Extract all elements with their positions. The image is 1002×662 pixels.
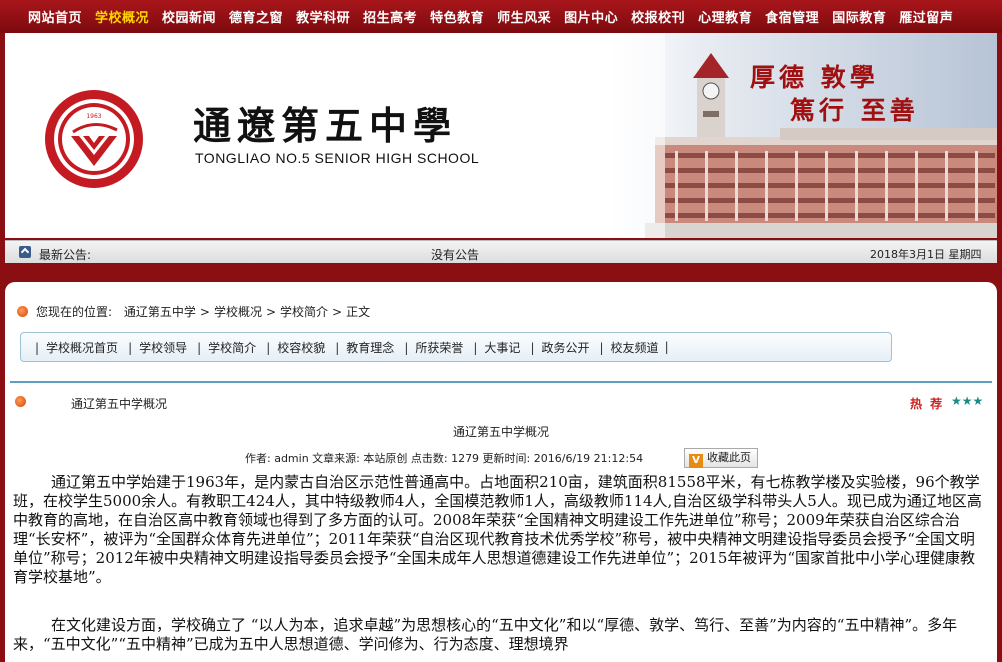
school-logo: 1963 TONGLIAO NO.5 SENIOR HIGH SCHOOL 通遼… — [45, 90, 143, 188]
favorite-icon: V — [689, 454, 703, 468]
notice-label: 最新公告: — [39, 248, 92, 262]
subnav-item-affairs[interactable]: 政务公开 — [530, 339, 589, 356]
school-name-english: TONGLIAO NO.5 SENIOR HIGH SCHOOL — [195, 150, 480, 166]
divider — [10, 381, 992, 383]
article-meta: 作者: admin 文章来源: 本站原创 点击数: 1279 更新时间: 201… — [245, 452, 644, 465]
subnav-item-intro[interactable]: 学校简介 — [197, 339, 256, 356]
breadcrumb-item-home[interactable]: 通辽第五中学 — [124, 305, 196, 319]
subnav-item-philosophy[interactable]: 教育理念 — [335, 339, 394, 356]
header-banner: 1963 TONGLIAO NO.5 SENIOR HIGH SCHOOL 通遼… — [5, 33, 997, 238]
top-nav: 网站首页 学校概况 校园新闻 德育之窗 教学科研 招生高考 特色教育 师生风采 … — [0, 0, 1002, 33]
motto-line-1: 厚德 敦學 — [750, 63, 879, 92]
notice-icon — [19, 246, 31, 258]
nav-item-psychology[interactable]: 心理教育 — [698, 7, 752, 26]
nav-item-moral-education[interactable]: 德育之窗 — [229, 7, 283, 26]
article-title: 通辽第五中学概况 — [452, 425, 549, 439]
subnav-item-honors[interactable]: 所获荣誉 — [404, 339, 463, 356]
school-name: 通遼第五中學 — [193, 103, 458, 148]
nav-item-admissions[interactable]: 招生高考 — [363, 7, 417, 26]
breadcrumb-item-overview[interactable]: 学校概况 — [214, 305, 262, 319]
breadcrumb-separator: > — [265, 305, 277, 319]
section-header: 通辽第五中学概况 热 荐 ★★★ — [15, 394, 991, 411]
bullet-icon — [15, 396, 26, 407]
notice-bar: 最新公告: 没有公告 2018年3月1日 星期四 — [5, 240, 997, 263]
subnav-item-alumni[interactable]: 校友频道 — [600, 339, 659, 356]
subnav-item-overview-home[interactable]: 学校概况首页 — [35, 339, 118, 356]
notice-text[interactable]: 没有公告 — [431, 246, 479, 263]
recommend-label: 热 荐 — [910, 397, 945, 411]
breadcrumb-item-intro[interactable]: 学校简介 — [280, 305, 328, 319]
sub-navigation: 学校概况首页 学校领导 学校简介 校容校貌 教育理念 所获荣誉 大事记 政务公开… — [20, 332, 892, 362]
article-paragraph-2: 在文化建设方面，学校确立了 “以人为本，追求卓越”为思想核心的“五中文化”和以“… — [13, 616, 958, 653]
article-paragraph-1: 通辽第五中学始建于1963年，是内蒙古自治区示范性普通高中。占地面积210亩，建… — [13, 473, 982, 586]
nav-item-special-education[interactable]: 特色教育 — [430, 7, 484, 26]
subnav-end-separator: | — [664, 340, 669, 354]
star-rating: ★★★ — [951, 394, 984, 408]
current-date: 2018年3月1日 星期四 — [870, 248, 982, 261]
breadcrumb-item-current: 正文 — [346, 305, 371, 319]
nav-item-school-overview[interactable]: 学校概况 — [95, 7, 149, 26]
favorite-label: 收藏此页 — [707, 451, 751, 464]
nav-item-dining[interactable]: 食宿管理 — [765, 7, 819, 26]
bullet-icon — [17, 306, 28, 317]
section-title: 通辽第五中学概况 — [71, 397, 168, 411]
breadcrumb-separator: > — [199, 305, 210, 319]
nav-item-teaching-research[interactable]: 教学科研 — [296, 7, 350, 26]
breadcrumb-prefix: 您现在的位置: — [36, 305, 113, 319]
motto-line-2: 篤行 至善 — [790, 96, 919, 125]
nav-item-pictures[interactable]: 图片中心 — [564, 7, 618, 26]
nav-item-international[interactable]: 国际教育 — [832, 7, 886, 26]
nav-item-people[interactable]: 师生风采 — [497, 7, 551, 26]
breadcrumb: 您现在的位置: 通辽第五中学 > 学校概况 > 学校简介 > 正文 — [17, 303, 370, 320]
breadcrumb-separator: > — [332, 305, 343, 319]
nav-item-home[interactable]: 网站首页 — [28, 7, 82, 26]
svg-text:1963: 1963 — [86, 113, 101, 120]
nav-item-campus-news[interactable]: 校园新闻 — [162, 7, 216, 26]
nav-item-guestbook[interactable]: 雁过留声 — [899, 7, 953, 26]
subnav-item-history[interactable]: 大事记 — [473, 339, 520, 356]
main-content: 您现在的位置: 通辽第五中学>学校概况>学校简介>正文 学校概况首页 学校领导 … — [5, 282, 997, 662]
subnav-item-campus[interactable]: 校容校貌 — [266, 339, 325, 356]
nav-item-publications[interactable]: 校报校刊 — [631, 7, 685, 26]
favorite-button[interactable]: V 收藏此页 — [684, 448, 758, 468]
subnav-item-leadership[interactable]: 学校领导 — [128, 339, 187, 356]
